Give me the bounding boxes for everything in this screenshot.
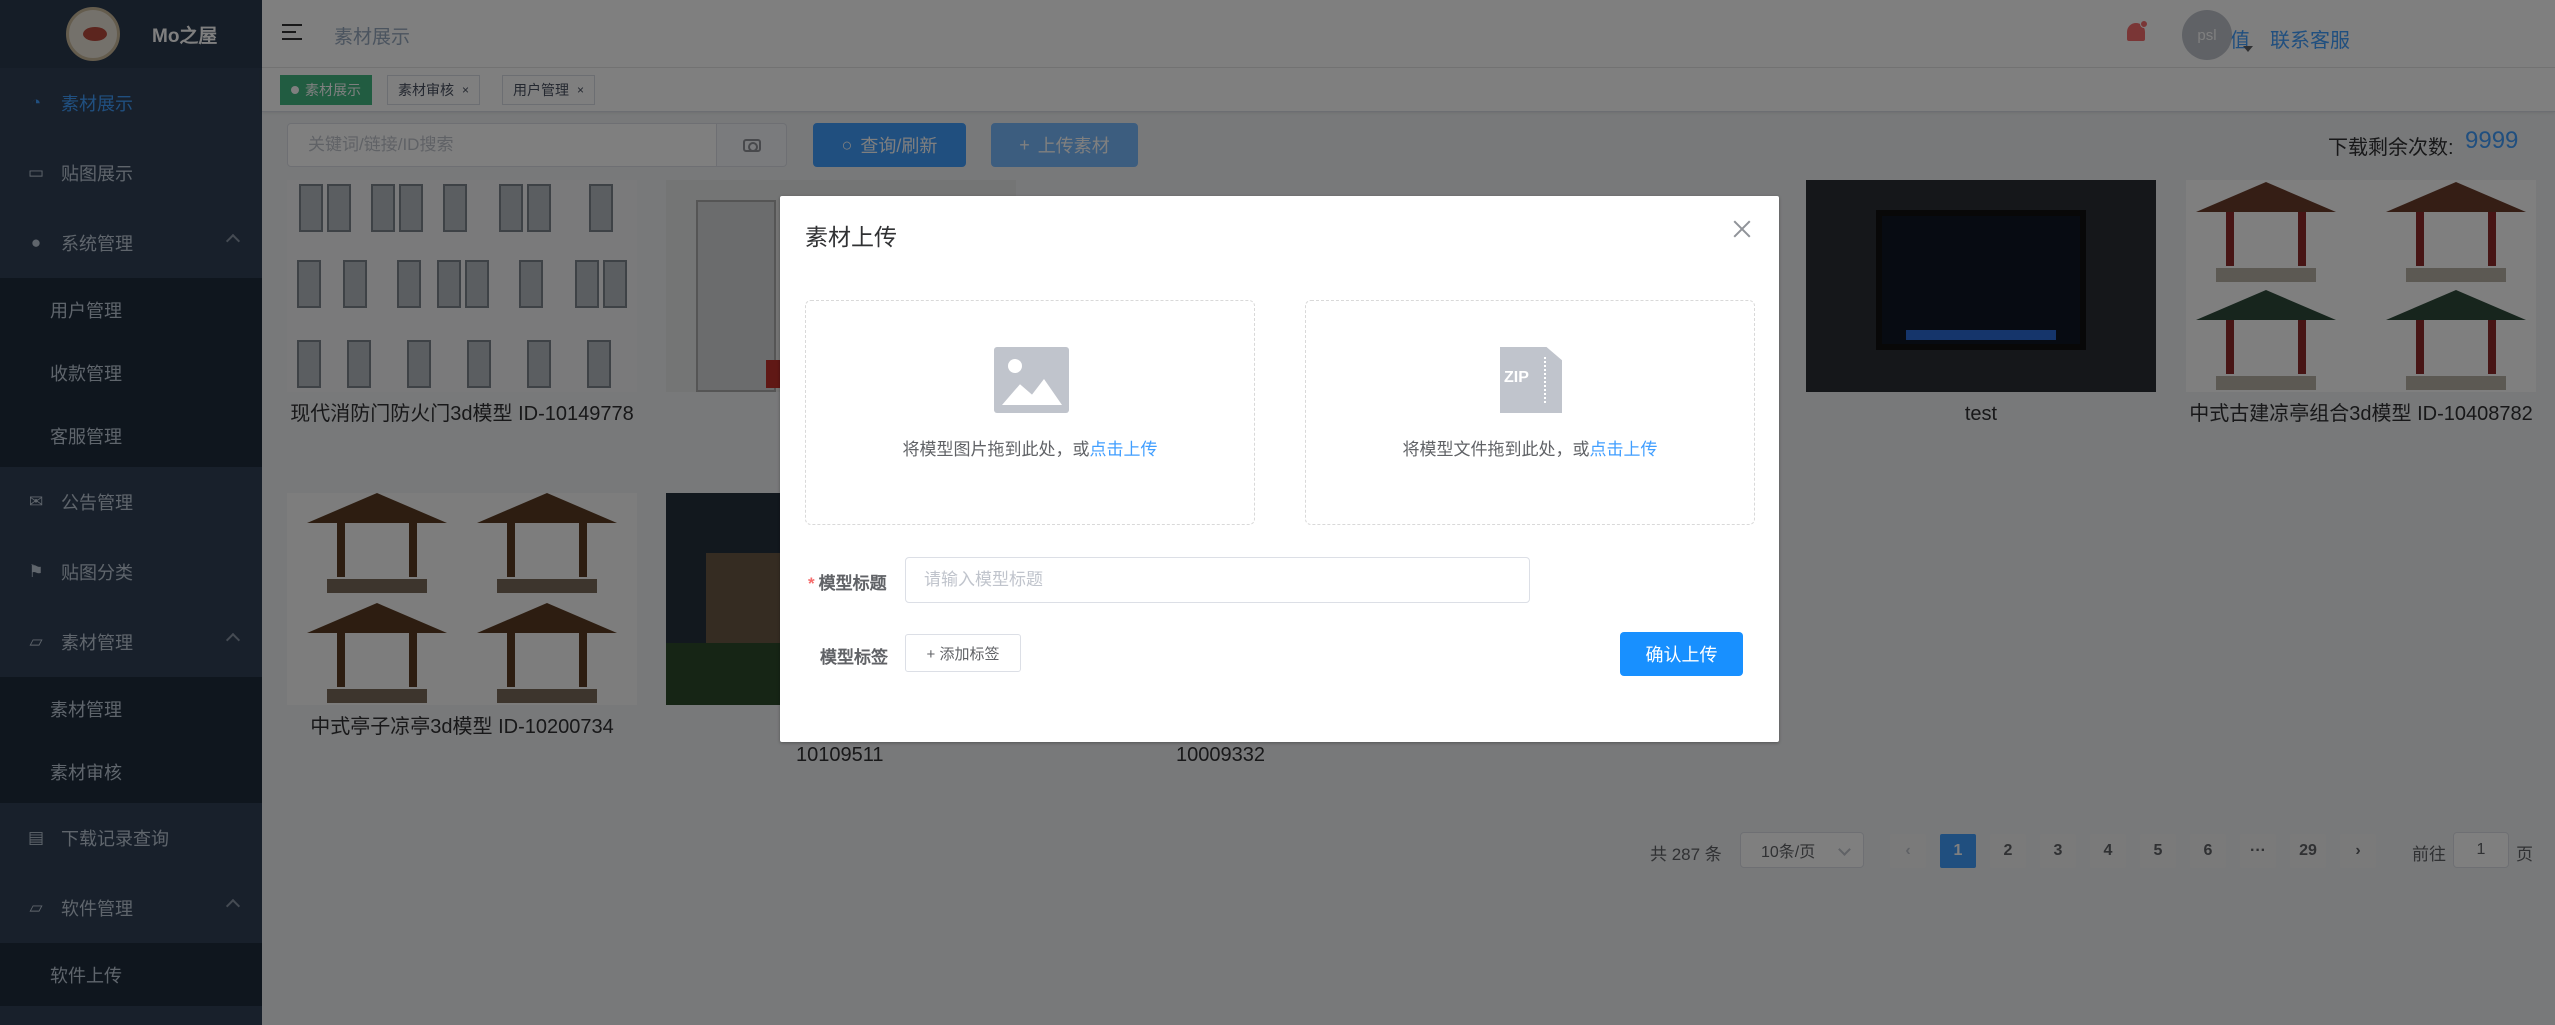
close-icon[interactable] [1731, 218, 1753, 240]
upload-dialog: 素材上传 将模型图片拖到此处，或点击上传 ZIP 将模型文件拖到此处，或点击上传… [780, 196, 1779, 742]
dialog-title: 素材上传 [805, 224, 897, 250]
dropzone-text: 将模型图片拖到此处，或点击上传 [806, 435, 1254, 460]
model-title-label: * 模型标题 [808, 569, 887, 594]
dropzone-hint: 将模型图片拖到此处，或 [902, 440, 1090, 459]
dropzone-text: 将模型文件拖到此处，或点击上传 [1306, 435, 1754, 460]
required-mark: * [808, 574, 815, 593]
model-title-input[interactable] [905, 557, 1530, 603]
file-upload-dropzone[interactable]: ZIP 将模型文件拖到此处，或点击上传 [1305, 300, 1755, 525]
dropzone-hint: 将模型文件拖到此处，或 [1402, 440, 1590, 459]
zip-label: ZIP [1504, 369, 1529, 386]
model-tags-label: 模型标签 [820, 648, 888, 667]
click-upload-link[interactable]: 点击上传 [1090, 440, 1158, 459]
zip-icon: ZIP [1494, 347, 1569, 413]
image-icon [994, 347, 1069, 413]
label-text: 模型标题 [818, 574, 887, 593]
add-tag-button[interactable]: + 添加标签 [905, 634, 1021, 672]
confirm-upload-button[interactable]: 确认上传 [1620, 632, 1743, 676]
click-upload-link[interactable]: 点击上传 [1590, 440, 1658, 459]
image-upload-dropzone[interactable]: 将模型图片拖到此处，或点击上传 [805, 300, 1255, 525]
